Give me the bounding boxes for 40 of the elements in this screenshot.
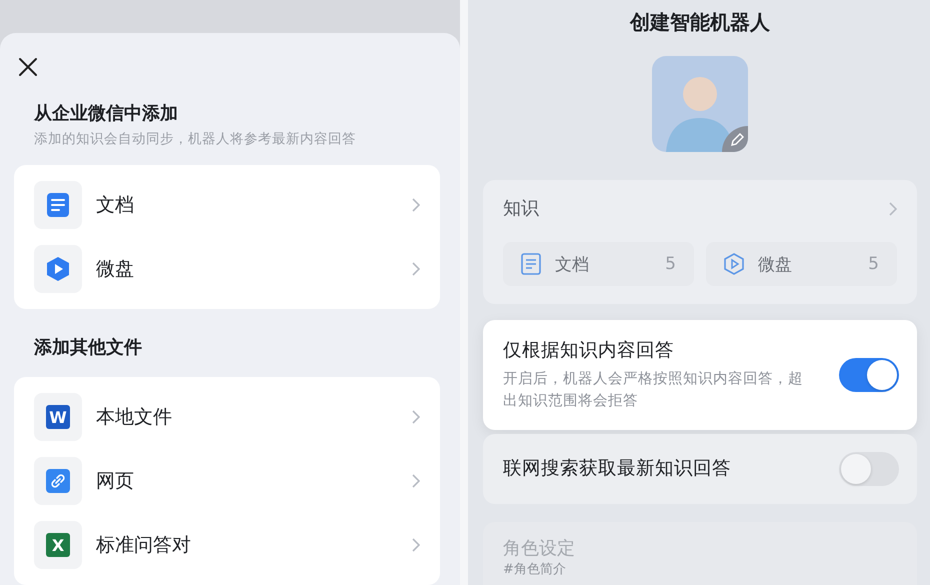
play-hexagon-icon xyxy=(46,256,70,282)
spreadsheet-file-icon: X xyxy=(46,533,70,557)
knowledge-label: 知识 xyxy=(503,197,539,221)
word-file-icon: W xyxy=(46,405,70,429)
setting-title: 联网搜索获取最新知识回答 xyxy=(503,457,732,481)
edit-icon[interactable] xyxy=(722,126,748,152)
close-icon[interactable] xyxy=(18,57,38,77)
chevron-right-icon xyxy=(412,198,420,212)
chevron-right-icon xyxy=(889,202,897,216)
document-icon xyxy=(521,253,541,275)
option-label[interactable]: 标准问答对 xyxy=(96,532,412,558)
section-subtitle: 添加的知识会自动同步，机器人将参考最新内容回答 xyxy=(34,130,357,149)
page-title: 创建智能机器人 xyxy=(628,9,771,36)
source-count: 5 xyxy=(868,254,879,274)
option-label[interactable]: 本地文件 xyxy=(96,404,412,430)
knowledge-card[interactable]: 知识 文档 5 微盘 5 xyxy=(483,180,917,304)
source-label: 文档 xyxy=(555,254,590,276)
option-label[interactable]: 微盘 xyxy=(96,256,412,282)
avatar[interactable] xyxy=(652,56,748,152)
role-placeholder: #角色简介 xyxy=(503,562,567,578)
play-hexagon-icon xyxy=(724,253,744,275)
setting-description: 开启后，机器人会严格按照知识内容回答，超出知识范围将会拒答 xyxy=(503,370,803,411)
setting-title: 仅根据知识内容回答 xyxy=(503,339,675,363)
link-icon xyxy=(46,469,70,493)
section-title: 添加其他文件 xyxy=(34,336,143,360)
chevron-right-icon xyxy=(412,262,420,276)
toggle-switch[interactable] xyxy=(839,452,899,486)
chevron-right-icon xyxy=(412,474,420,488)
document-icon xyxy=(46,192,70,218)
source-label: 微盘 xyxy=(758,254,793,276)
toggle-switch[interactable] xyxy=(839,358,899,392)
source-tile[interactable]: 微盘 5 xyxy=(706,242,897,286)
source-tile[interactable]: 文档 5 xyxy=(503,242,694,286)
role-label: 角色设定 xyxy=(503,537,576,561)
section-title: 从企业微信中添加 xyxy=(34,102,179,126)
option-label[interactable]: 网页 xyxy=(96,468,412,494)
chevron-right-icon xyxy=(412,538,420,552)
option-label[interactable]: 文档 xyxy=(96,192,412,218)
chevron-right-icon xyxy=(412,410,420,424)
source-count: 5 xyxy=(665,254,676,274)
